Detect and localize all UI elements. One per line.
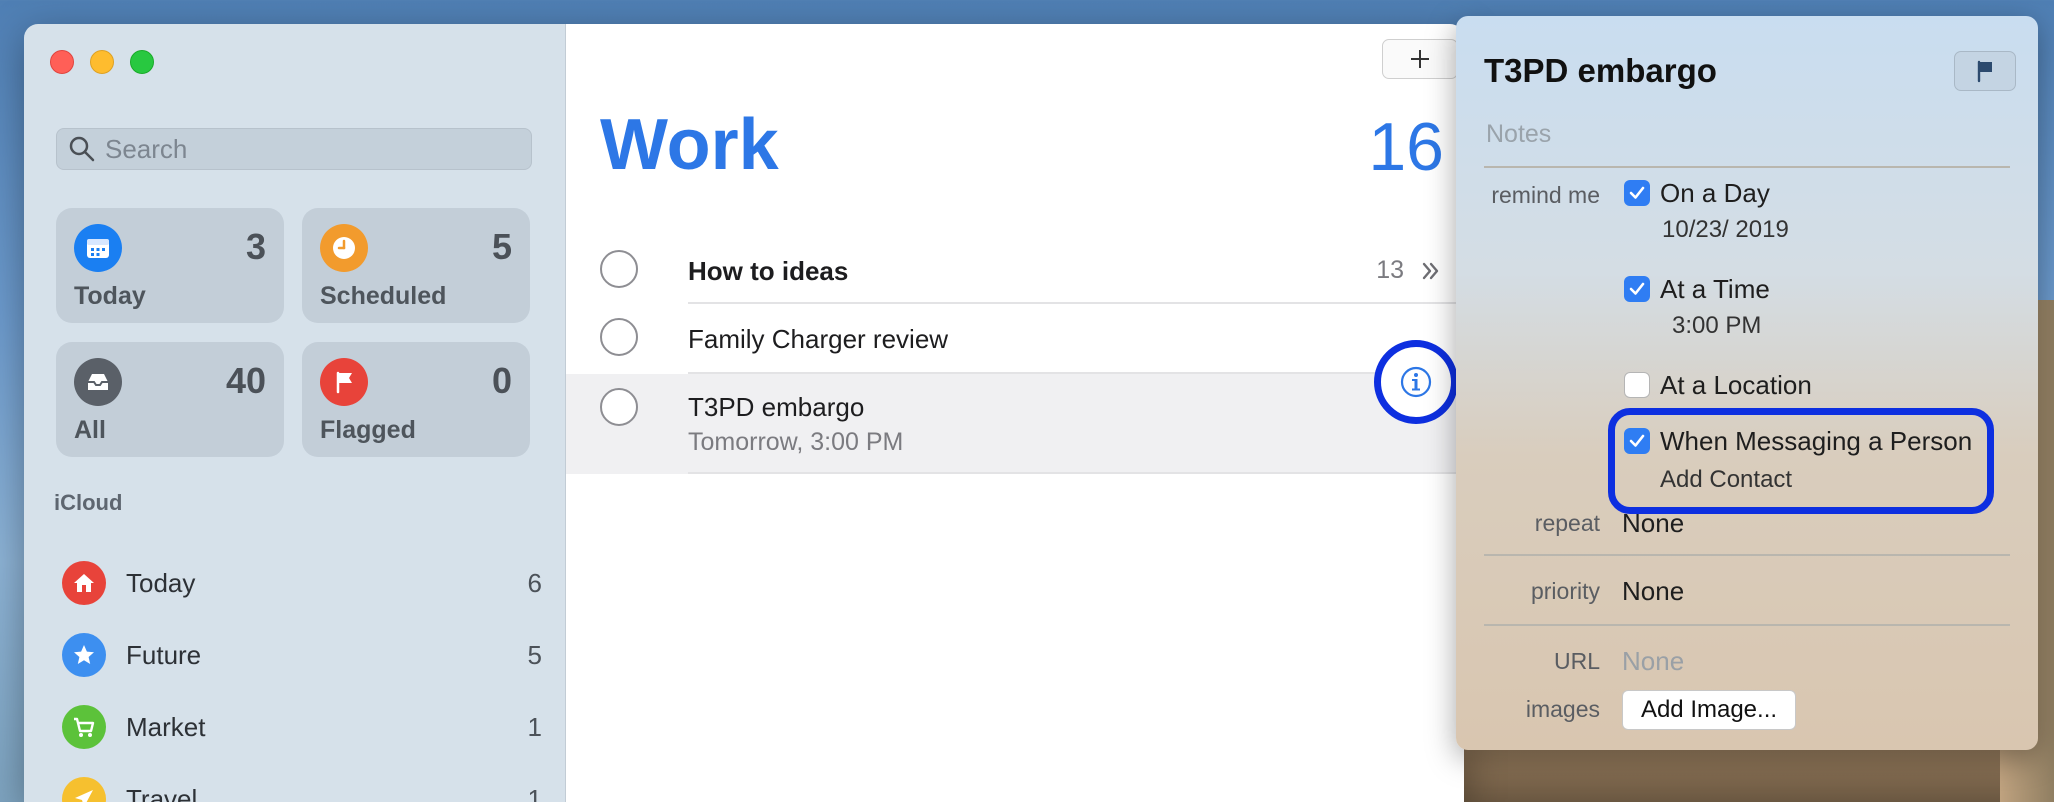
checkmark-icon	[1629, 282, 1645, 295]
reminder-row-selected[interactable]: T3PD embargo Tomorrow, 3:00 PM	[566, 374, 1464, 474]
smart-list-label: Scheduled	[320, 282, 447, 310]
reminders-window: 3 Today 5 Scheduled 40 All	[24, 24, 1464, 802]
sidebar-item-count: 6	[527, 567, 542, 598]
minimize-window-button[interactable]	[90, 50, 114, 74]
smart-list-label: Today	[74, 282, 146, 310]
row-divider	[688, 302, 1464, 304]
repeat-value[interactable]: None	[1622, 508, 1684, 539]
complete-checkbox[interactable]	[600, 318, 638, 356]
sidebar-item-travel[interactable]: Travel 1	[62, 772, 542, 802]
complete-checkbox[interactable]	[600, 388, 638, 426]
divider	[1484, 624, 2010, 626]
images-label: images	[1525, 696, 1600, 722]
reminder-list-pane: Work 16 How to ideas 13 Family Charger r…	[566, 24, 1464, 802]
sidebar-item-count: 1	[527, 711, 542, 742]
reminder-row[interactable]: How to ideas 13	[566, 240, 1464, 304]
smart-list-flagged[interactable]: 0 Flagged	[302, 342, 530, 457]
search-field[interactable]	[56, 128, 532, 170]
remind-me-label: remind me	[1491, 182, 1600, 208]
annotation-highlight-box	[1608, 408, 1994, 514]
divider	[1484, 166, 2010, 168]
smart-list-scheduled[interactable]: 5 Scheduled	[302, 208, 530, 323]
tray-icon	[74, 358, 122, 406]
at-a-time-checkbox[interactable]	[1624, 276, 1650, 302]
smart-list-label: Flagged	[320, 416, 416, 444]
sidebar-item-future[interactable]: Future 5	[62, 628, 542, 682]
chevron-double-right-icon[interactable]	[1420, 260, 1442, 282]
time-value[interactable]: 3:00 PM	[1672, 312, 1761, 340]
add-image-button[interactable]: Add Image...	[1622, 690, 1796, 730]
at-a-location-checkbox[interactable]	[1624, 372, 1650, 398]
on-a-day-label: On a Day	[1660, 178, 1770, 208]
sidebar-item-label: Today	[126, 567, 196, 598]
sidebar-item-label: Future	[126, 639, 202, 670]
smart-list-count: 0	[491, 360, 512, 401]
flag-icon	[320, 358, 368, 406]
divider	[1484, 554, 2010, 556]
sidebar-item-count: 1	[527, 783, 542, 802]
info-button[interactable]	[1374, 340, 1458, 424]
on-a-day-checkbox[interactable]	[1624, 180, 1650, 206]
flag-button[interactable]	[1954, 51, 2016, 91]
clock-icon	[320, 224, 368, 272]
url-field[interactable]: None	[1622, 646, 1684, 677]
house-icon	[62, 561, 106, 605]
url-label: URL	[1553, 648, 1600, 674]
calendar-icon	[74, 224, 122, 272]
search-icon	[69, 136, 95, 162]
reminder-title: T3PD embargo	[688, 392, 865, 422]
smart-list-count: 3	[245, 226, 266, 267]
search-input[interactable]	[103, 132, 507, 166]
at-a-location-label: At a Location	[1660, 370, 1812, 400]
airplane-icon	[62, 777, 106, 802]
info-icon	[1400, 366, 1432, 398]
reminder-title: Family Charger review	[688, 324, 949, 354]
reminder-title: How to ideas	[688, 256, 849, 286]
smart-list-count: 5	[491, 226, 512, 267]
reminder-due-date: Tomorrow, 3:00 PM	[688, 428, 904, 456]
sidebar-item-count: 5	[527, 639, 542, 670]
smart-list-today[interactable]: 3 Today	[56, 208, 284, 323]
reminder-detail-popover: T3PD embargo Notes remind me On a Day 10…	[1456, 16, 2038, 750]
priority-value[interactable]: None	[1622, 576, 1684, 607]
checkmark-icon	[1629, 186, 1645, 199]
sidebar-item-label: Travel	[126, 783, 198, 802]
add-reminder-button[interactable]	[1382, 39, 1458, 79]
row-divider	[688, 472, 1464, 474]
star-icon	[62, 633, 106, 677]
zoom-window-button[interactable]	[130, 50, 154, 74]
sidebar-item-label: Market	[126, 711, 206, 742]
smart-list-label: All	[74, 416, 106, 444]
flag-icon	[1977, 60, 1992, 83]
smart-list-all[interactable]: 40 All	[56, 342, 284, 457]
detail-title[interactable]: T3PD embargo	[1484, 52, 1717, 90]
subtask-count: 13	[1376, 256, 1404, 284]
sidebar: 3 Today 5 Scheduled 40 All	[24, 24, 566, 802]
notes-field[interactable]: Notes	[1486, 120, 1551, 149]
complete-checkbox[interactable]	[600, 250, 638, 288]
close-window-button[interactable]	[50, 50, 74, 74]
sidebar-item-market[interactable]: Market 1	[62, 700, 542, 754]
at-a-time-label: At a Time	[1660, 274, 1770, 304]
priority-label: priority	[1530, 578, 1600, 604]
date-value[interactable]: 10/23/ 2019	[1662, 216, 1789, 244]
smart-list-count: 40	[225, 360, 266, 401]
list-total-count: 16	[1368, 109, 1444, 185]
reminder-row[interactable]: Family Charger review	[566, 308, 1464, 374]
repeat-label: repeat	[1534, 510, 1600, 536]
list-title: Work	[600, 105, 779, 185]
sidebar-item-today[interactable]: Today 6	[62, 556, 542, 610]
cart-icon	[62, 705, 106, 749]
plus-icon	[1411, 50, 1429, 68]
section-title-icloud: iCloud	[54, 490, 123, 515]
